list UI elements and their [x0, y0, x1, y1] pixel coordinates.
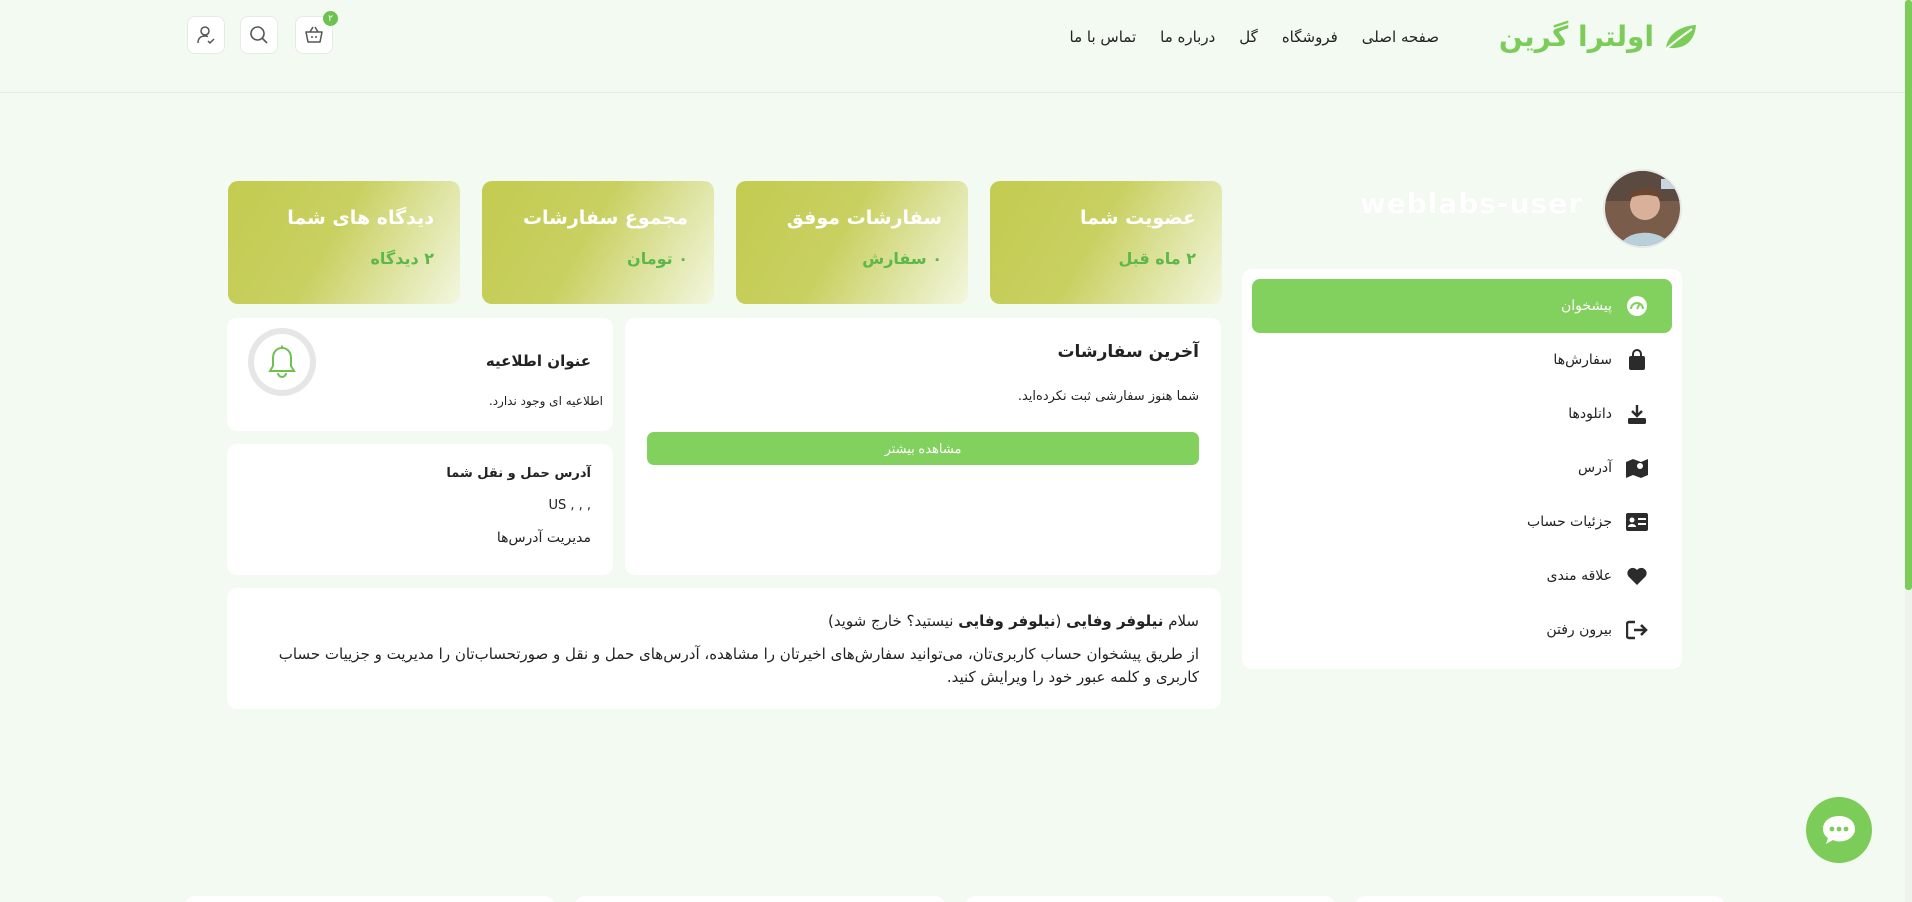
cart-count-badge: ۲: [323, 11, 338, 26]
sidebar-item-label: علاقه مندی: [1546, 568, 1612, 584]
map-icon: [1624, 455, 1650, 481]
sidebar-item-account-details[interactable]: جزئیات حساب: [1252, 495, 1672, 549]
stat-card-membership: عضویت شما ۲ ماه قبل: [990, 181, 1222, 304]
stat-title: مجموع سفارشات: [522, 207, 688, 229]
logout-link[interactable]: خارج شوید: [834, 612, 902, 630]
avatar: [1603, 169, 1682, 248]
sidebar-item-downloads[interactable]: دانلودها: [1252, 387, 1672, 441]
bottom-card: [1355, 896, 1725, 902]
notice-title: عنوان اطلاعیه: [485, 352, 591, 370]
bottom-card: [575, 896, 945, 902]
username: weblabs-user: [1359, 187, 1583, 220]
bell-icon: [268, 345, 296, 378]
leaf-icon: [1664, 24, 1696, 51]
logo-text: اولترا گرین: [1498, 20, 1654, 53]
cart-icon: [305, 26, 323, 43]
search-button[interactable]: [240, 16, 278, 54]
stat-title: سفارشات موفق: [786, 207, 942, 229]
user-name: نیلوفر وفایی: [1066, 612, 1164, 630]
sidebar-item-label: پیشخوان: [1560, 298, 1612, 314]
welcome-greeting: سلام نیلوفر وفایی (نیلوفر وفایی نیستید؟ …: [827, 612, 1199, 630]
address-value: US , , ,: [548, 498, 591, 513]
stat-value: ۰ تومان: [627, 249, 688, 268]
nav-flower[interactable]: گل: [1239, 28, 1258, 46]
stat-card-comments: دیدگاه های شما ۲ دیدگاه: [228, 181, 460, 304]
site-header: اولترا گرین صفحه اصلی فروشگاه گل درباره …: [0, 0, 1905, 93]
bottom-card: [185, 896, 555, 902]
manage-addresses-link[interactable]: مدیریت آدرس‌ها: [497, 530, 591, 546]
shopping-bag-icon: [1624, 347, 1650, 373]
logout-icon: [1624, 617, 1650, 643]
view-more-button[interactable]: مشاهده بیشتر: [647, 432, 1199, 465]
sidebar-item-dashboard[interactable]: پیشخوان: [1252, 279, 1672, 333]
recent-orders-panel: آخرین سفارشات شما هنوز سفارشی ثبت نکرده‌…: [625, 318, 1221, 575]
stat-value: ۰ سفارش: [862, 249, 942, 268]
cart-button[interactable]: ۲: [295, 11, 338, 54]
dashboard-icon: [1624, 293, 1650, 319]
account-sidebar: پیشخوان سفارش‌ها دانلودها آدرس جزئیات حس…: [1242, 269, 1682, 669]
search-icon: [250, 26, 268, 44]
address-title: آدرس حمل و نقل شما: [446, 466, 591, 481]
recent-orders-title: آخرین سفارشات: [1057, 342, 1199, 362]
stat-value: ۲ دیدگاه: [370, 249, 434, 268]
nav-home[interactable]: صفحه اصلی: [1362, 28, 1439, 46]
sidebar-item-wishlist[interactable]: علاقه مندی: [1252, 549, 1672, 603]
sidebar-item-logout[interactable]: بیرون رفتن: [1252, 603, 1672, 657]
heart-icon: [1624, 563, 1650, 589]
download-icon: [1624, 401, 1650, 427]
bell-badge: [248, 328, 316, 396]
stat-card-successful-orders: سفارشات موفق ۰ سفارش: [736, 181, 968, 304]
id-card-icon: [1624, 509, 1650, 535]
sidebar-item-label: دانلودها: [1568, 406, 1612, 422]
sidebar-item-label: آدرس: [1578, 460, 1612, 476]
user-check-icon: [197, 26, 215, 45]
logo[interactable]: اولترا گرین: [1499, 20, 1700, 53]
shipping-address-panel: آدرس حمل و نقل شما US , , , مدیریت آدرس‌…: [227, 444, 613, 575]
user-name-inline: نیلوفر وفایی: [958, 612, 1056, 630]
nav-contact[interactable]: تماس با ما: [1070, 28, 1137, 46]
chat-bubble-icon: [1823, 816, 1855, 844]
bottom-card: [965, 896, 1335, 902]
sidebar-item-label: جزئیات حساب: [1527, 514, 1612, 530]
sidebar-item-address[interactable]: آدرس: [1252, 441, 1672, 495]
nav-about[interactable]: درباره ما: [1160, 28, 1215, 46]
notice-text: اطلاعیه ای وجود ندارد.: [488, 394, 603, 408]
stat-title: دیدگاه های شما: [287, 207, 434, 229]
scrollbar-thumb[interactable]: [1905, 0, 1912, 590]
orders-empty-text: شما هنوز سفارشی ثبت نکرده‌اید.: [1017, 389, 1199, 404]
page-scrollbar[interactable]: [1905, 0, 1912, 902]
sidebar-item-label: بیرون رفتن: [1546, 622, 1612, 638]
welcome-description: از طریق پیشخوان حساب کاربری‌تان، می‌توان…: [278, 645, 1199, 686]
stat-card-total-orders: مجموع سفارشات ۰ تومان: [482, 181, 714, 304]
account-button[interactable]: [187, 16, 225, 54]
welcome-panel: سلام نیلوفر وفایی (نیلوفر وفایی نیستید؟ …: [227, 588, 1221, 709]
main-nav: صفحه اصلی فروشگاه گل درباره ما تماس با م…: [1070, 28, 1439, 46]
avatar-image: [1605, 171, 1680, 246]
stat-value: ۲ ماه قبل: [1118, 249, 1196, 268]
stat-title: عضویت شما: [1079, 207, 1196, 229]
notice-panel: عنوان اطلاعیه اطلاعیه ای وجود ندارد.: [227, 318, 613, 431]
sidebar-item-label: سفارش‌ها: [1553, 352, 1612, 368]
chat-button[interactable]: [1806, 797, 1872, 863]
sidebar-item-orders[interactable]: سفارش‌ها: [1252, 333, 1672, 387]
nav-shop[interactable]: فروشگاه: [1282, 28, 1338, 46]
